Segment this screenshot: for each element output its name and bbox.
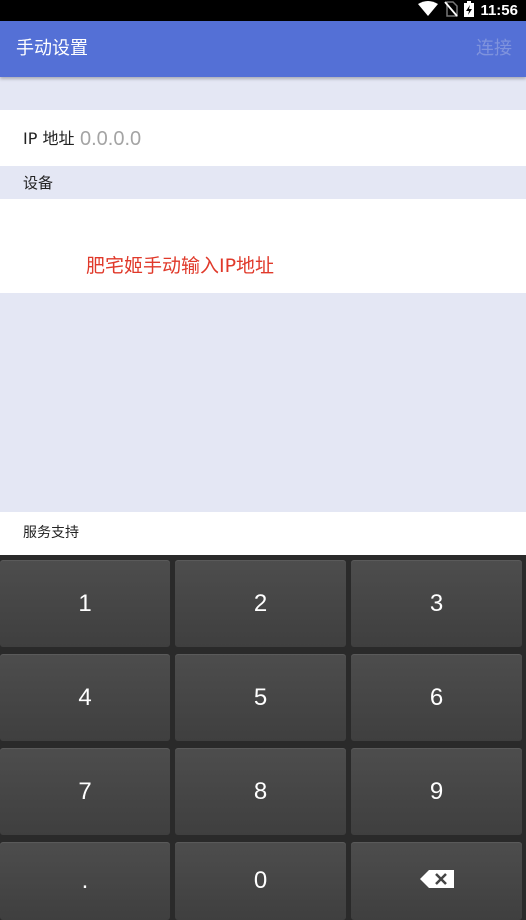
key-6[interactable]: 6 (351, 654, 522, 741)
backspace-icon (419, 867, 454, 895)
key-9[interactable]: 9 (351, 748, 522, 835)
status-time: 11:56 (480, 2, 518, 19)
manual-ip-notice: 肥宅姬手动输入IP地址 (86, 255, 275, 277)
key-7[interactable]: 7 (0, 748, 170, 835)
app-bar: 手动设置 连接 (0, 21, 526, 77)
key-dot[interactable]: . (0, 842, 170, 920)
key-8[interactable]: 8 (175, 748, 346, 835)
ip-address-input[interactable] (80, 124, 500, 154)
device-section-title: 设备 (23, 174, 54, 192)
key-4[interactable]: 4 (0, 654, 170, 741)
connect-button[interactable]: 连接 (476, 21, 512, 77)
no-sim-icon (444, 0, 459, 21)
key-2[interactable]: 2 (175, 560, 346, 647)
key-3[interactable]: 3 (351, 560, 522, 647)
ip-address-row: IP 地址 (0, 110, 526, 166)
status-bar: 11:56 (0, 0, 526, 21)
numeric-keypad: 1 2 3 4 5 6 7 8 9 . 0 (0, 555, 526, 920)
battery-charging-icon (464, 0, 475, 21)
key-1[interactable]: 1 (0, 560, 170, 647)
page-title: 手动设置 (16, 38, 88, 59)
service-support-item[interactable]: 服务支持 (0, 512, 526, 555)
service-support-label: 服务支持 (23, 525, 79, 541)
ip-address-label: IP 地址 (23, 129, 75, 148)
wifi-icon (418, 1, 439, 20)
key-5[interactable]: 5 (175, 654, 346, 741)
device-list: 肥宅姬手动输入IP地址 (0, 199, 526, 293)
backspace-key[interactable] (351, 842, 522, 920)
key-0[interactable]: 0 (175, 842, 346, 920)
